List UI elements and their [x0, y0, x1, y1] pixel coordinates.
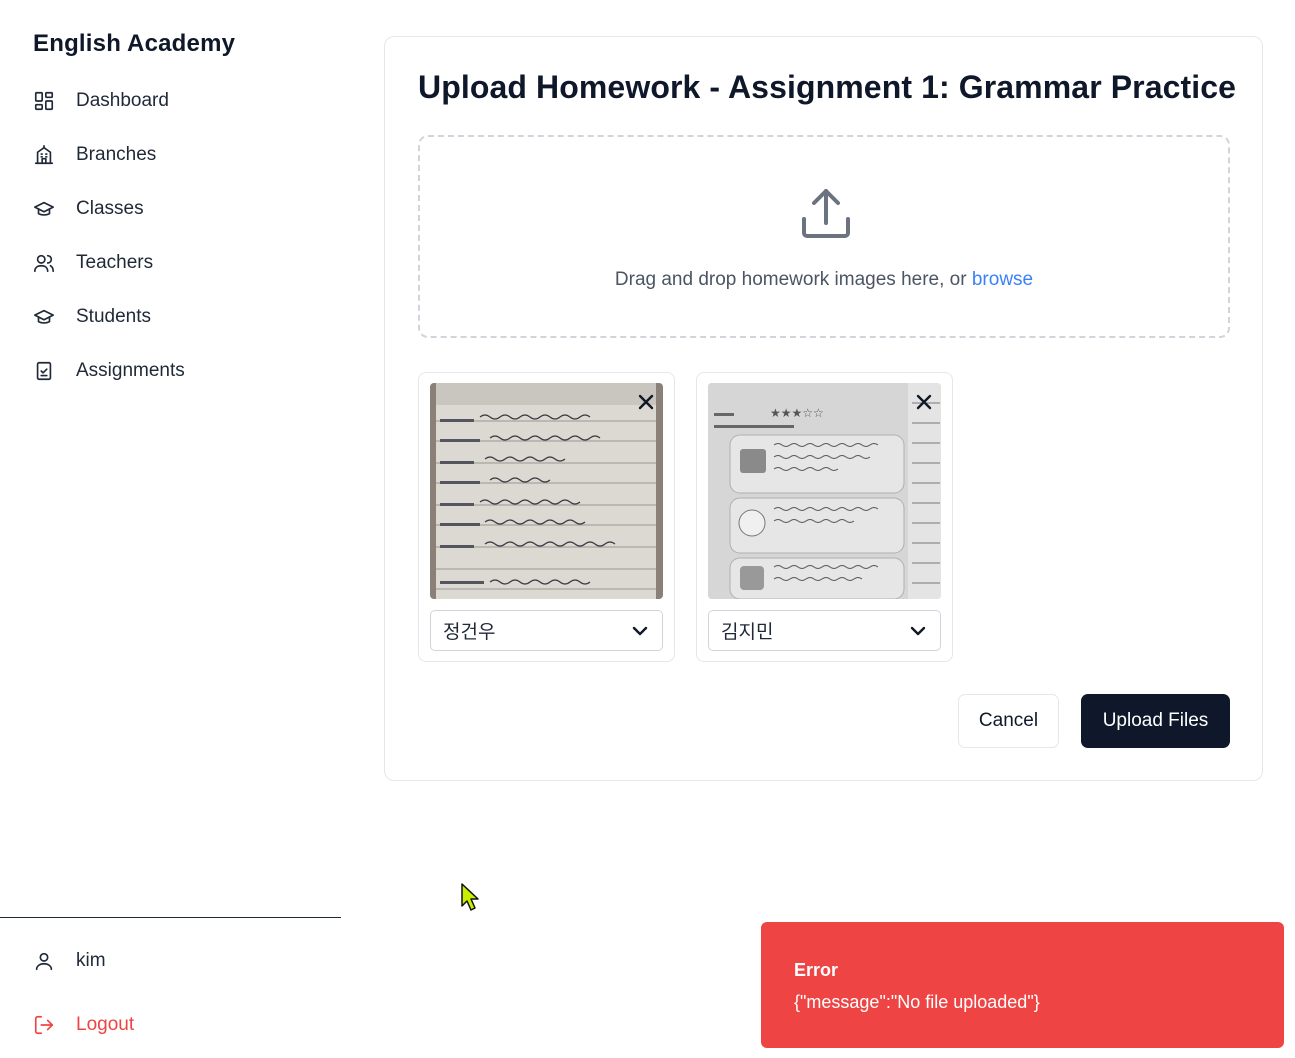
toast-title: Error	[794, 960, 839, 980]
sidebar-item-label: Dashboard	[76, 90, 169, 111]
upload-icon	[796, 183, 856, 243]
cancel-button[interactable]: Cancel	[958, 694, 1059, 748]
user-name: kim	[76, 950, 106, 971]
graduation-cap-icon	[33, 198, 55, 220]
brand-title: English Academy	[33, 30, 236, 57]
sidebar-item-teachers[interactable]: Teachers	[0, 236, 341, 290]
page-title: Upload Homework - Assignment 1: Grammar …	[418, 69, 1237, 105]
building-icon	[33, 144, 55, 166]
sidebar-item-classes[interactable]: Classes	[0, 182, 341, 236]
close-icon	[638, 394, 654, 410]
logout-icon	[33, 1014, 55, 1036]
student-select[interactable]: 정건우	[430, 610, 663, 651]
student-select[interactable]: 김지민	[708, 610, 941, 651]
file-dropzone[interactable]: Drag and drop homework images here, or b…	[418, 135, 1230, 338]
sidebar-item-label: Branches	[76, 144, 157, 165]
upload-item: ★★★☆☆ 김지민	[696, 372, 953, 662]
homework-image: ★★★☆☆	[708, 383, 941, 599]
clipboard-check-icon	[33, 360, 55, 382]
dropzone-instruction: Drag and drop homework images here, or	[614, 269, 972, 290]
sidebar-item-label: Teachers	[76, 252, 154, 273]
logout-label: Logout	[76, 1014, 135, 1035]
sidebar-item-label: Classes	[76, 198, 144, 219]
remove-image-button[interactable]	[635, 391, 657, 413]
remove-image-button[interactable]	[913, 391, 935, 413]
dashboard-icon	[33, 90, 55, 112]
error-toast[interactable]: Error {"message":"No file uploaded"}	[761, 922, 1284, 1048]
logout-button[interactable]: Logout	[33, 1014, 134, 1036]
sidebar-item-students[interactable]: Students	[0, 290, 341, 344]
graduation-cap-icon	[33, 306, 55, 328]
toast-message: {"message":"No file uploaded"}	[794, 992, 1040, 1012]
sidebar-nav: Dashboard Branches Classes Teachers Stud…	[0, 74, 341, 398]
upload-item: 정건우	[418, 372, 675, 662]
user-profile[interactable]: kim	[33, 950, 106, 972]
sidebar-item-dashboard[interactable]: Dashboard	[0, 74, 341, 128]
student-select-value: 정건우	[443, 621, 496, 643]
chevron-down-icon	[630, 621, 650, 641]
dropzone-text: Drag and drop homework images here, or b…	[420, 269, 1228, 291]
close-icon	[916, 394, 932, 410]
sidebar: English Academy Dashboard Branches Class…	[0, 0, 341, 1058]
browse-link[interactable]: browse	[972, 269, 1033, 290]
users-icon	[33, 252, 55, 274]
upload-files-button[interactable]: Upload Files	[1081, 694, 1230, 748]
sidebar-item-label: Assignments	[76, 360, 185, 381]
mouse-cursor-icon	[461, 883, 479, 911]
upload-homework-card: Upload Homework - Assignment 1: Grammar …	[384, 36, 1263, 781]
student-select-value: 김지민	[721, 621, 774, 643]
sidebar-item-branches[interactable]: Branches	[0, 128, 341, 182]
homework-image	[430, 383, 663, 599]
svg-text:★★★☆☆: ★★★☆☆	[770, 406, 824, 420]
sidebar-item-assignments[interactable]: Assignments	[0, 344, 341, 398]
app-root: English Academy Dashboard Branches Class…	[0, 0, 1295, 1058]
chevron-down-icon	[908, 621, 928, 641]
sidebar-item-label: Students	[76, 306, 151, 327]
user-icon	[33, 950, 55, 972]
sidebar-divider	[0, 917, 341, 918]
